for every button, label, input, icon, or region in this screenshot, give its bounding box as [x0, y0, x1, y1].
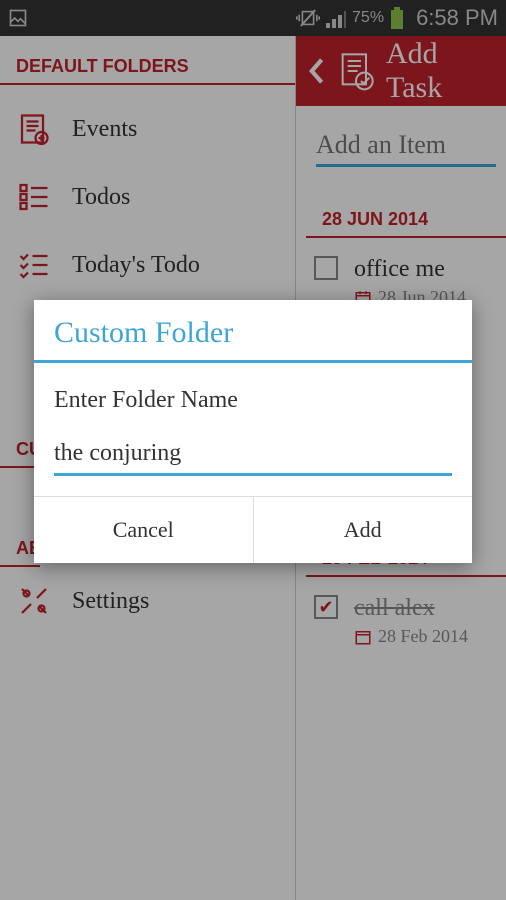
dialog-label: Enter Folder Name — [34, 363, 472, 424]
dialog-buttons: Cancel Add — [34, 496, 472, 563]
dialog-title: Custom Folder — [34, 300, 472, 363]
cancel-button[interactable]: Cancel — [34, 497, 254, 563]
folder-name-input[interactable] — [54, 434, 452, 476]
add-button[interactable]: Add — [254, 497, 473, 563]
custom-folder-dialog: Custom Folder Enter Folder Name Cancel A… — [34, 300, 472, 563]
